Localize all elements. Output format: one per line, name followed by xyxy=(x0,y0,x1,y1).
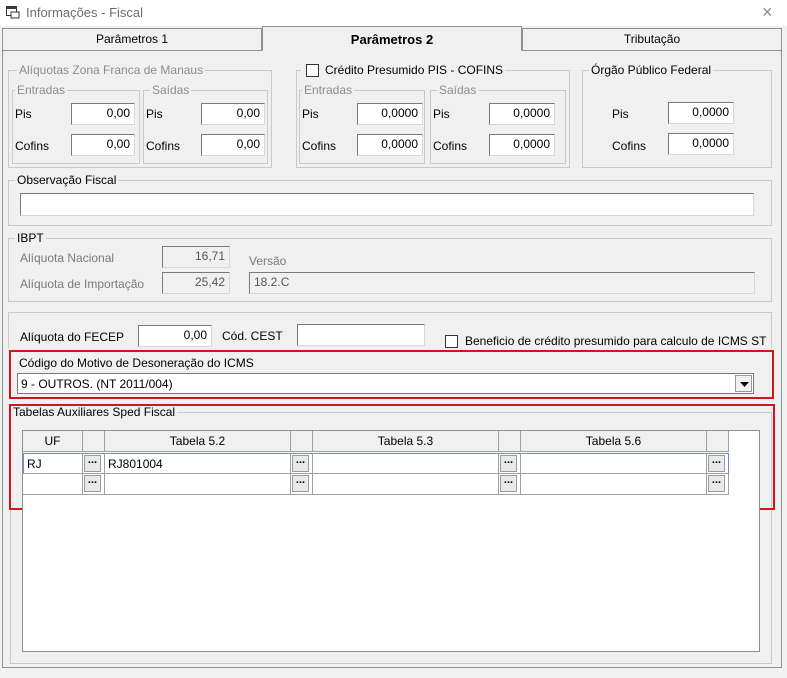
window-title: Informações - Fiscal xyxy=(26,5,144,20)
col-header-tabela-5-3: Tabela 5.3 xyxy=(313,431,499,452)
desoneracao-label: Código do Motivo de Desoneração do ICMS xyxy=(19,356,254,370)
col-header-blank-4 xyxy=(707,431,729,452)
cp-saidas-pis-input[interactable]: 0,0000 xyxy=(489,103,555,125)
observacao-fiscal-input[interactable] xyxy=(20,193,754,216)
zf-entradas-pis-label: Pis xyxy=(15,107,32,121)
zf-saidas-cofins-input[interactable]: 0,00 xyxy=(201,134,265,156)
cp-saidas-cofins-input[interactable]: 0,0000 xyxy=(489,134,555,156)
orgao-pis-input[interactable]: 0,0000 xyxy=(668,102,734,124)
row-2-tabela-5-2[interactable] xyxy=(105,474,291,495)
credito-presumido-legend: Crédito Presumido PIS - COFINS xyxy=(301,63,506,77)
ibpt-importacao-label: Alíquota de Importação xyxy=(20,277,145,291)
observacao-fiscal-legend: Observação Fiscal xyxy=(15,173,119,187)
row-2-uf[interactable] xyxy=(23,474,83,495)
cp-saidas-cofins-label: Cofins xyxy=(433,139,468,153)
row-1-uf-lookup-cell: ... xyxy=(83,453,105,474)
row-1-t53-lookup-button[interactable]: ... xyxy=(500,455,517,472)
zf-saidas-pis-label: Pis xyxy=(146,107,163,121)
title-bar: Informações - Fiscal × xyxy=(0,0,787,26)
close-icon[interactable]: × xyxy=(762,2,773,23)
col-header-blank-3 xyxy=(499,431,521,452)
window-app-icon xyxy=(6,6,20,19)
fecep-input[interactable]: 0,00 xyxy=(138,325,212,347)
ibpt-importacao-input: 25,42 xyxy=(162,272,230,294)
tab-tributacao[interactable]: Tributação xyxy=(522,28,782,50)
zf-entradas-cofins-input[interactable]: 0,00 xyxy=(71,134,135,156)
cp-saidas-legend: Saídas xyxy=(437,83,479,97)
cp-entradas-pis-input[interactable]: 0,0000 xyxy=(357,103,423,125)
cp-entradas-pis-label: Pis xyxy=(302,107,319,121)
orgao-pis-label: Pis xyxy=(612,107,629,121)
credito-presumido-checkbox[interactable] xyxy=(306,64,319,77)
zf-saidas-pis-input[interactable]: 0,00 xyxy=(201,103,265,125)
row-1-t52-lookup-button[interactable]: ... xyxy=(292,455,309,472)
orgao-cofins-input[interactable]: 0,0000 xyxy=(668,133,734,155)
row-2-uf-lookup-button[interactable]: ... xyxy=(84,475,101,492)
row-1-tabela-5-3[interactable] xyxy=(313,453,499,474)
row-2-t56-lookup-button[interactable]: ... xyxy=(708,475,725,492)
ibpt-versao-label: Versão xyxy=(249,254,287,268)
row-1-tabela-5-6[interactable] xyxy=(521,453,707,474)
sped-grid: UF Tabela 5.2 Tabela 5.3 Tabela 5.6 RJ .… xyxy=(22,430,760,652)
row-1-t56-lookup-cell: ... xyxy=(707,453,729,474)
col-header-blank-2 xyxy=(291,431,313,452)
col-header-tabela-5-6: Tabela 5.6 xyxy=(521,431,707,452)
ibpt-legend: IBPT xyxy=(15,231,46,245)
row-1-uf[interactable]: RJ xyxy=(23,453,83,474)
cest-input[interactable] xyxy=(297,324,425,346)
zf-entradas-pis-input[interactable]: 0,00 xyxy=(71,103,135,125)
zona-franca-legend: Alíquotas Zona Franca de Manaus xyxy=(17,63,206,77)
col-header-tabela-5-2: Tabela 5.2 xyxy=(105,431,291,452)
row-2-t53-lookup-cell: ... xyxy=(499,474,521,495)
row-2-tabela-5-3[interactable] xyxy=(313,474,499,495)
ibpt-nacional-label: Alíquota Nacional xyxy=(20,251,115,265)
zf-entradas-legend: Entradas xyxy=(15,83,68,97)
desoneracao-select[interactable]: 9 - OUTROS. (NT 2011/004) xyxy=(17,373,754,394)
fecep-label: Alíquota do FECEP xyxy=(20,330,125,344)
row-2-tabela-5-6[interactable] xyxy=(521,474,707,495)
chevron-down-icon[interactable] xyxy=(735,375,752,392)
cest-label: Cód. CEST xyxy=(222,329,283,343)
row-2-t56-lookup-cell: ... xyxy=(707,474,729,495)
row-2-t53-lookup-button[interactable]: ... xyxy=(500,475,517,492)
orgao-cofins-label: Cofins xyxy=(612,139,647,153)
row-2-t52-lookup-button[interactable]: ... xyxy=(292,475,309,492)
beneficio-label: Beneficio de crédito presumido para calc… xyxy=(465,334,767,348)
cp-saidas-pis-label: Pis xyxy=(433,107,450,121)
beneficio-checkbox[interactable] xyxy=(445,335,458,348)
ibpt-nacional-input: 16,71 xyxy=(162,246,230,268)
tab-parametros-1[interactable]: Parâmetros 1 xyxy=(2,28,262,50)
zf-saidas-cofins-label: Cofins xyxy=(146,139,181,153)
row-1-t53-lookup-cell: ... xyxy=(499,453,521,474)
row-1-t56-lookup-button[interactable]: ... xyxy=(708,455,725,472)
zf-saidas-legend: Saídas xyxy=(150,83,192,97)
cp-entradas-legend: Entradas xyxy=(302,83,355,97)
row-1-tabela-5-2[interactable]: RJ801004 xyxy=(105,453,291,474)
col-header-blank-1 xyxy=(83,431,105,452)
row-2-t52-lookup-cell: ... xyxy=(291,474,313,495)
row-1-uf-lookup-button[interactable]: ... xyxy=(84,455,101,472)
ibpt-versao-input: 18.2.C xyxy=(249,272,755,294)
cp-entradas-cofins-label: Cofins xyxy=(302,139,337,153)
row-1-t52-lookup-cell: ... xyxy=(291,453,313,474)
zf-entradas-cofins-label: Cofins xyxy=(15,139,50,153)
desoneracao-selected-value: 9 - OUTROS. (NT 2011/004) xyxy=(21,377,173,391)
tab-parametros-2[interactable]: Parâmetros 2 xyxy=(262,26,522,51)
row-2-uf-lookup-cell: ... xyxy=(83,474,105,495)
col-header-uf: UF xyxy=(23,431,83,452)
cp-entradas-cofins-input[interactable]: 0,0000 xyxy=(357,134,423,156)
orgao-publico-legend: Órgão Público Federal xyxy=(589,63,714,77)
